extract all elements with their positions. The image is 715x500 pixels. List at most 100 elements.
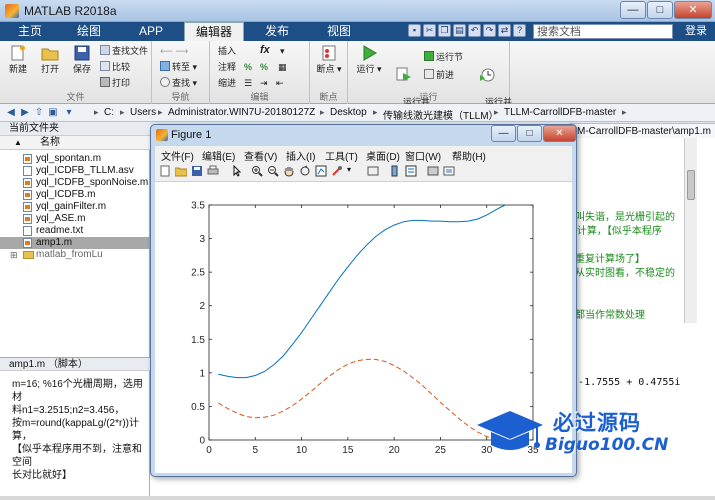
fx-button[interactable]: fx — [260, 44, 270, 56]
menu-tools[interactable]: 工具(T) — [325, 148, 358, 163]
copy-quick-icon[interactable]: ❐ — [438, 24, 451, 37]
tab-publish[interactable]: 发布 — [248, 22, 306, 41]
breakpoints-button[interactable]: 断点 ▾ — [314, 44, 344, 75]
login-button[interactable]: 登录 — [680, 24, 712, 39]
folder-row[interactable]: ⊞ matlab_fromLu — [0, 249, 150, 261]
menu-edit[interactable]: 编辑(E) — [202, 148, 235, 163]
close-button[interactable]: ✕ — [674, 1, 712, 19]
function-dropdown-icon[interactable]: ▾ — [280, 45, 285, 57]
crumb-user-folder[interactable]: Administrator.WIN7U-20180127Z — [168, 107, 315, 118]
hide-plot-tools-icon[interactable] — [427, 165, 439, 177]
code-line[interactable]: 解叫失谐，是光栅引起的 — [565, 208, 675, 223]
save-quick-icon[interactable]: ▪ — [408, 24, 421, 37]
insert-button[interactable]: 插入 — [218, 45, 236, 57]
figure-minimize-button[interactable]: — — [491, 125, 516, 142]
browse-folder-icon[interactable]: ▣ — [46, 106, 60, 119]
file-row[interactable]: yql_spontan.m — [0, 153, 150, 165]
crumb-drive[interactable]: C: — [104, 107, 114, 118]
crumb-project[interactable]: 传输线激光建模（TLLM） — [383, 107, 499, 122]
new-figure-icon[interactable] — [159, 165, 171, 177]
indent-button[interactable]: 缩进 — [218, 77, 236, 89]
search-input[interactable]: 搜索文档 — [533, 24, 673, 39]
file-row-selected[interactable]: amp1.m — [0, 237, 150, 249]
advance-button[interactable]: 前进 — [424, 69, 454, 81]
file-row[interactable]: yql_ICDFB.m — [0, 189, 150, 201]
maximize-button[interactable]: □ — [647, 1, 673, 19]
tab-plots[interactable]: 绘图 — [60, 22, 118, 41]
tab-home[interactable]: 主页 — [4, 22, 56, 41]
figure-maximize-button[interactable]: □ — [517, 125, 542, 142]
paste-quick-icon[interactable]: ▤ — [453, 24, 466, 37]
code-line[interactable]: r))计算，【似乎本程序 — [565, 222, 662, 237]
figure-title-bar[interactable]: Figure 1 — □ ✕ — [151, 125, 576, 145]
code-line[interactable]: 需重复计算场了】 — [565, 250, 645, 265]
increase-indent-icon[interactable]: ⇥ — [260, 77, 268, 89]
link-plot-icon[interactable] — [367, 165, 379, 177]
uncomment-percent-icon[interactable]: % — [260, 61, 268, 73]
path-dropdown-icon[interactable]: ▾ — [62, 106, 76, 119]
save-figure-icon[interactable] — [191, 165, 203, 177]
find-button[interactable]: 查找 ▾ — [160, 77, 197, 89]
editor-vertical-scrollbar[interactable] — [684, 138, 697, 323]
decrease-indent-icon[interactable]: ⇤ — [276, 77, 284, 89]
up-folder-icon[interactable]: ⇧ — [32, 106, 46, 119]
print-button[interactable]: 打印 — [100, 77, 130, 89]
code-line[interactable]: ，从实时图看，不稳定的 — [565, 264, 675, 279]
run-button[interactable]: 运行 ▾ — [352, 44, 386, 75]
file-row[interactable]: yql_ASE.m — [0, 213, 150, 225]
redo-quick-icon[interactable]: ↷ — [483, 24, 496, 37]
brush-icon[interactable] — [331, 165, 343, 177]
open-file-icon[interactable] — [175, 165, 187, 177]
comment-percent-icon[interactable]: % — [244, 61, 252, 73]
figure-close-button[interactable]: ✕ — [543, 125, 576, 142]
menu-desktop[interactable]: 桌面(D) — [366, 148, 400, 163]
zoom-in-icon[interactable] — [251, 165, 263, 177]
scrollbar-thumb[interactable] — [687, 170, 695, 200]
crumb-desktop[interactable]: Desktop — [330, 107, 367, 118]
edit-plot-arrow-icon[interactable] — [231, 165, 243, 177]
save-button[interactable]: 保存 — [68, 44, 96, 75]
forward-arrow-icon[interactable]: ▶ — [18, 106, 32, 119]
comment-button[interactable]: 注释 — [218, 61, 236, 73]
tab-apps[interactable]: APP — [122, 22, 180, 41]
switch-window-icon[interactable]: ⇄ — [498, 24, 511, 37]
find-files-button[interactable]: 查找文件 — [100, 45, 148, 57]
file-row[interactable]: yql_ICDFB_sponNoise.m — [0, 177, 150, 189]
show-plot-tools-icon[interactable] — [443, 165, 455, 177]
insert-legend-icon[interactable] — [405, 165, 417, 177]
goto-button[interactable]: 转至 ▾ — [160, 61, 197, 73]
editor-tab-amp1[interactable]: M-CarrollDFB-master\amp1.m — [570, 123, 715, 138]
file-row[interactable]: yql_ICDFB_TLLM.asv — [0, 165, 150, 177]
open-button[interactable]: 打开 — [36, 44, 64, 75]
compare-button[interactable]: 比较 — [100, 61, 130, 73]
smart-indent-icon[interactable]: ☰ — [244, 77, 252, 89]
new-button[interactable]: 新建 — [4, 44, 32, 75]
menu-help[interactable]: 帮助(H) — [452, 148, 486, 163]
menu-file[interactable]: 文件(F) — [161, 148, 194, 163]
code-line[interactable]: 理都当作常数处理 — [565, 306, 645, 321]
expand-plus-icon[interactable]: ⊞ — [10, 249, 18, 261]
pan-hand-icon[interactable] — [283, 165, 295, 177]
file-row[interactable]: readme.txt — [0, 225, 150, 237]
brush-dropdown-icon[interactable]: ▾ — [347, 165, 359, 177]
wrap-comments-icon[interactable]: ▦ — [278, 61, 287, 73]
cut-quick-icon[interactable]: ✂ — [423, 24, 436, 37]
menu-view[interactable]: 查看(V) — [244, 148, 277, 163]
insert-colorbar-icon[interactable] — [389, 165, 401, 177]
print-figure-icon[interactable] — [207, 165, 219, 177]
back-arrow-icon[interactable]: ◀ — [4, 106, 18, 119]
tab-editor[interactable]: 编辑器 — [184, 22, 244, 41]
file-row[interactable]: yql_gainFilter.m — [0, 201, 150, 213]
minimize-button[interactable]: — — [620, 1, 646, 19]
name-column-header[interactable]: ▲ 名称 — [0, 136, 150, 150]
tab-view[interactable]: 视图 — [310, 22, 368, 41]
help-quick-icon[interactable]: ? — [513, 24, 526, 37]
rotate-3d-icon[interactable] — [299, 165, 311, 177]
crumb-users[interactable]: Users — [130, 107, 156, 118]
run-section-button[interactable]: 运行节 — [424, 51, 463, 63]
zoom-out-icon[interactable] — [267, 165, 279, 177]
data-cursor-icon[interactable] — [315, 165, 327, 177]
menu-window[interactable]: 窗口(W) — [405, 148, 441, 163]
undo-quick-icon[interactable]: ↶ — [468, 24, 481, 37]
crumb-current[interactable]: TLLM-CarrollDFB-master — [504, 107, 616, 118]
